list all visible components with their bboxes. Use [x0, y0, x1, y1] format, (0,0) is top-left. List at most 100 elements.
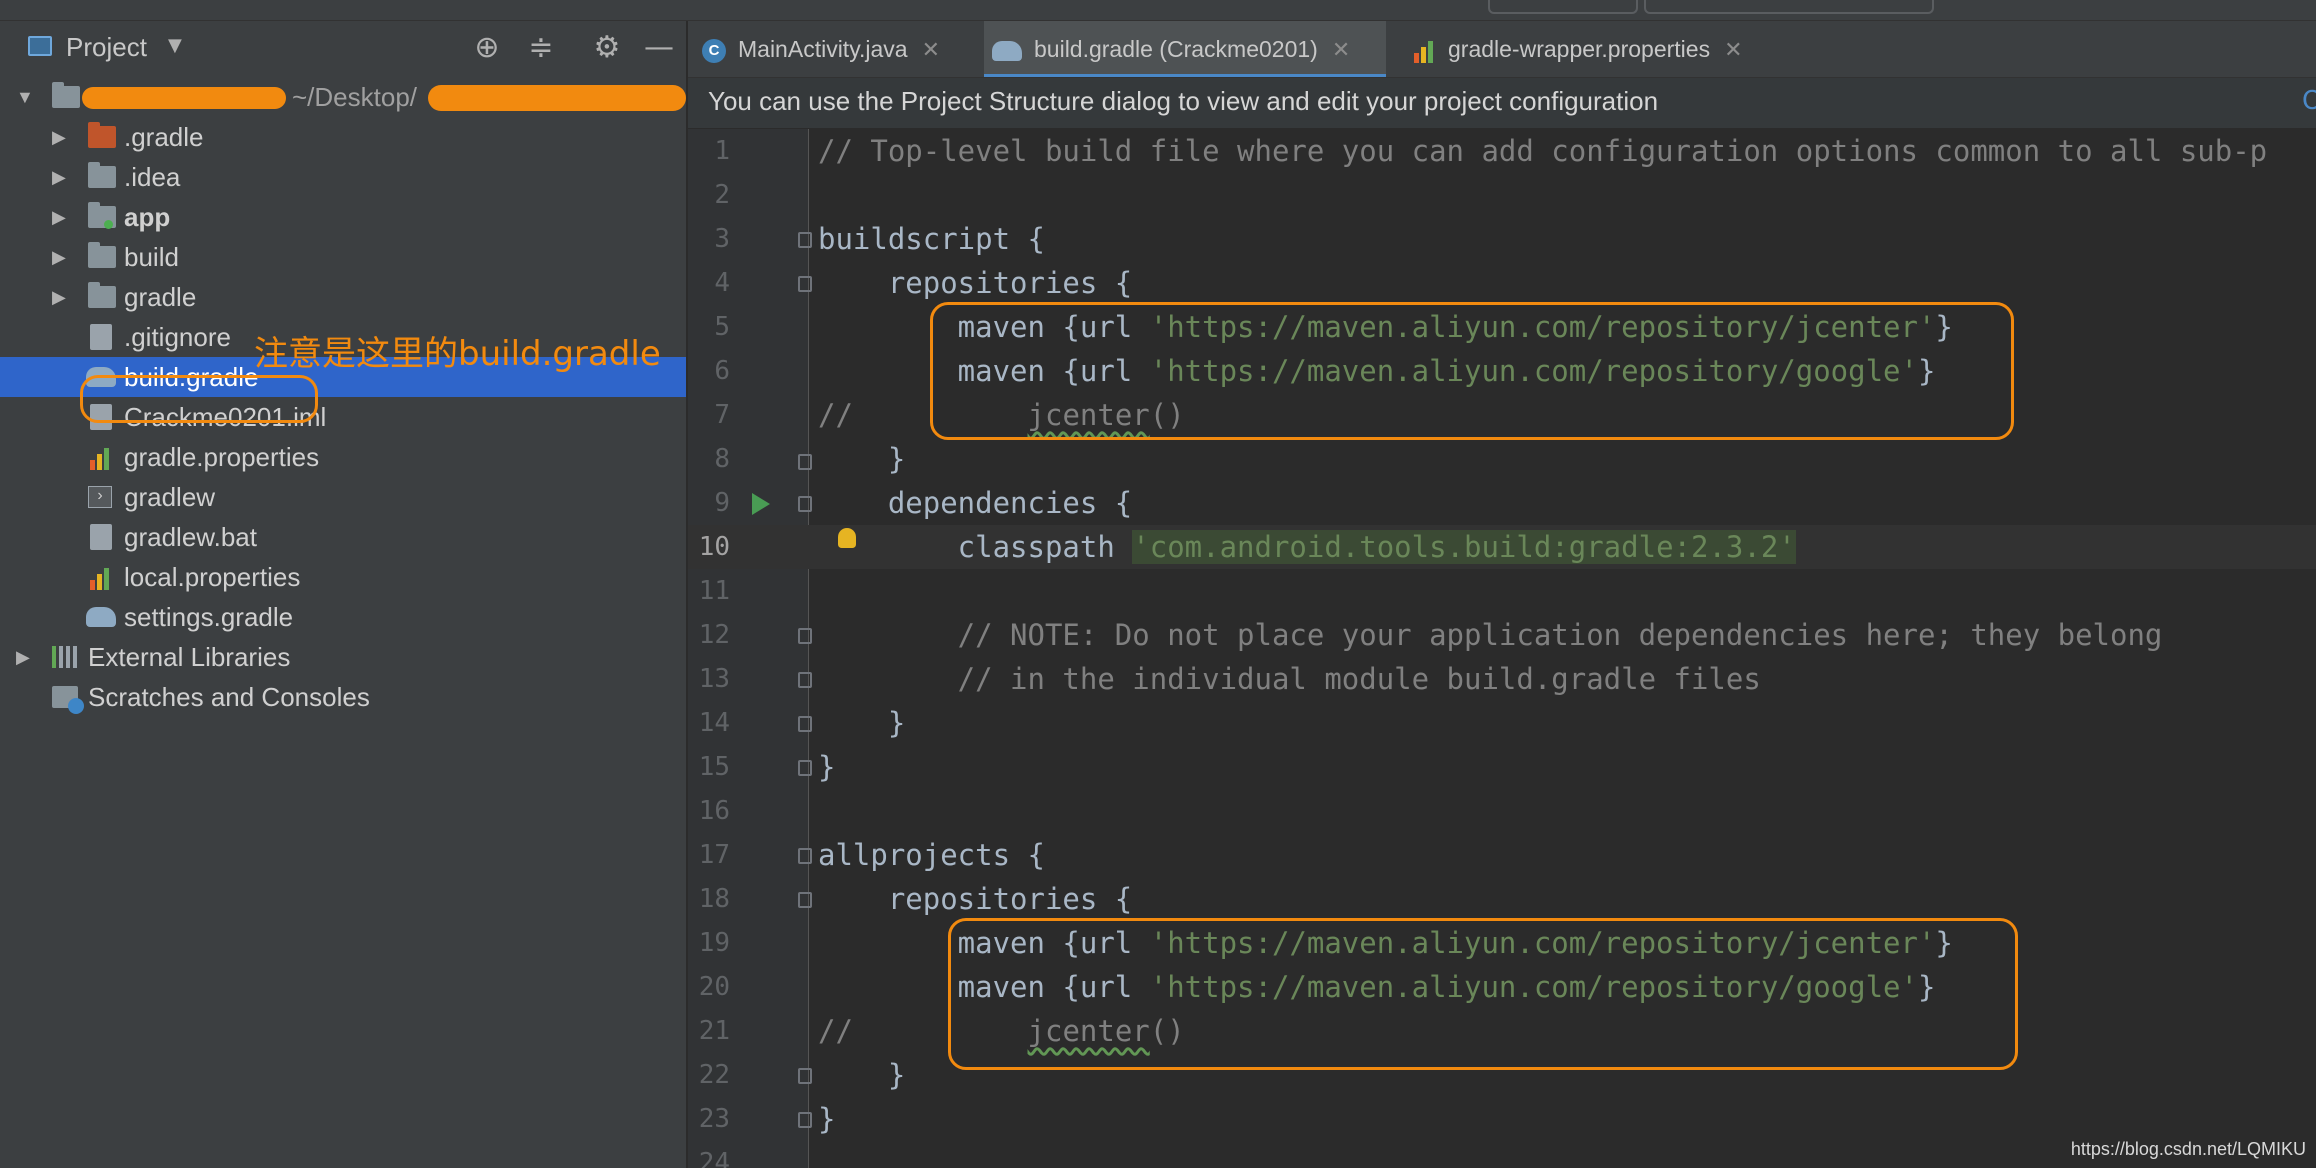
- banner-text: You can use the Project Structure dialog…: [708, 86, 1659, 116]
- code-line[interactable]: }: [818, 437, 905, 481]
- code-line[interactable]: buildscript {: [818, 217, 1045, 261]
- tree-item-gradlew[interactable]: › gradlew: [0, 477, 686, 517]
- fold-marker-icon[interactable]: [798, 276, 812, 292]
- code-line[interactable]: allprojects {: [818, 833, 1045, 877]
- fold-marker-icon[interactable]: [798, 496, 812, 512]
- code-token: repositories {: [818, 266, 1133, 300]
- line-number: 23: [698, 1104, 730, 1134]
- collapsed-arrow-icon[interactable]: ▶: [52, 277, 66, 317]
- tree-item-gradle-folder[interactable]: ▶ gradle: [0, 277, 686, 317]
- tree-item-label: gradlew: [124, 482, 216, 512]
- tree-item-label: Scratches and Consoles: [88, 682, 370, 712]
- tree-item-gradle-dir[interactable]: ▶ .gradle: [0, 117, 686, 157]
- code-line[interactable]: // Top-level build file where you can ad…: [818, 129, 2267, 173]
- code-line[interactable]: }: [818, 1097, 835, 1141]
- code-line[interactable]: repositories {: [818, 877, 1132, 921]
- fold-marker-icon[interactable]: [798, 760, 812, 776]
- code-token: // in the individual module build.gradle…: [818, 662, 1761, 696]
- line-number: 15: [698, 752, 730, 782]
- banner-open-link[interactable]: O: [2302, 86, 2316, 116]
- tree-root[interactable]: ▼ ~/Desktop/: [0, 77, 686, 117]
- run-gutter-icon[interactable]: [752, 493, 770, 515]
- tree-item-label: build: [124, 242, 179, 272]
- tree-item-scratches[interactable]: Scratches and Consoles: [0, 677, 686, 717]
- line-number: 16: [698, 796, 730, 826]
- code-line[interactable]: }: [818, 1053, 905, 1097]
- code-line[interactable]: // NOTE: Do not place your application d…: [818, 613, 2163, 657]
- gear-icon[interactable]: ⚙: [590, 31, 624, 65]
- tree-item-app[interactable]: ▶ app: [0, 197, 686, 237]
- tab-gradle-wrapper[interactable]: gradle-wrapper.properties ✕: [1412, 21, 1772, 77]
- line-number: 22: [698, 1060, 730, 1090]
- collapsed-arrow-icon[interactable]: ▶: [16, 637, 30, 677]
- collapsed-arrow-icon[interactable]: ▶: [52, 157, 66, 197]
- tree-item-gradlew-bat[interactable]: gradlew.bat: [0, 517, 686, 557]
- code-line[interactable]: classpath 'com.android.tools.build:gradl…: [818, 525, 1796, 569]
- tree-item-local-properties[interactable]: local.properties: [0, 557, 686, 597]
- fold-marker-icon[interactable]: [798, 454, 812, 470]
- tree-item-idea[interactable]: ▶ .idea: [0, 157, 686, 197]
- scratches-icon: [52, 686, 84, 714]
- tree-item-label: .gradle: [124, 122, 204, 152]
- line-number: 17: [698, 840, 730, 870]
- line-number: 24: [698, 1148, 730, 1168]
- code-token: dependencies {: [818, 486, 1133, 520]
- code-line[interactable]: }: [818, 745, 835, 789]
- collapse-all-icon[interactable]: ≑: [524, 31, 558, 65]
- tree-item-gradle-properties[interactable]: gradle.properties: [0, 437, 686, 477]
- line-number: 1: [714, 136, 730, 166]
- tree-item-label: .idea: [124, 162, 181, 192]
- line-number: 12: [698, 620, 730, 650]
- annotation-box-buildscript: [930, 302, 2014, 440]
- locate-file-icon[interactable]: ⊕: [470, 31, 504, 65]
- project-view-selector[interactable]: Project: [66, 32, 147, 63]
- code-token: repositories {: [818, 882, 1133, 916]
- code-line[interactable]: dependencies {: [818, 481, 1132, 525]
- close-icon[interactable]: ✕: [1332, 37, 1350, 62]
- code-line[interactable]: // in the individual module build.gradle…: [818, 657, 1761, 701]
- close-icon[interactable]: ✕: [922, 37, 940, 62]
- fold-marker-icon[interactable]: [798, 716, 812, 732]
- code-line[interactable]: repositories {: [818, 261, 1132, 305]
- fold-marker-icon[interactable]: [798, 1068, 812, 1084]
- run-config-dropdown[interactable]: [1488, 0, 1638, 14]
- fold-marker-icon[interactable]: [798, 1112, 812, 1128]
- collapsed-arrow-icon[interactable]: ▶: [52, 197, 66, 237]
- fold-marker-icon[interactable]: [798, 232, 812, 248]
- text-file-icon: [90, 524, 112, 550]
- hide-panel-icon[interactable]: —: [642, 31, 676, 65]
- caret-down-icon[interactable]: ▼: [168, 35, 182, 56]
- line-number: 4: [714, 268, 730, 298]
- editor-tab-bar: C MainActivity.java ✕ build.gradle (Crackm…: [688, 21, 2316, 78]
- tree-item-settings-gradle[interactable]: settings.gradle: [0, 597, 686, 637]
- annotation-note: 注意是这里的build.gradle: [254, 334, 661, 374]
- tree-item-external-libraries[interactable]: ▶ External Libraries: [0, 637, 686, 677]
- fold-marker-icon[interactable]: [798, 892, 812, 908]
- device-dropdown[interactable]: [1644, 0, 1934, 14]
- tab-main-activity[interactable]: C MainActivity.java ✕: [702, 21, 976, 77]
- properties-icon: [88, 446, 114, 470]
- toolbar-strip: [0, 0, 2316, 21]
- code-token: }: [818, 1058, 906, 1092]
- root-path: ~/Desktop/: [292, 82, 418, 112]
- class-c-icon: C: [702, 38, 726, 63]
- lightbulb-icon[interactable]: [838, 528, 856, 548]
- redaction-scribble: [82, 87, 286, 109]
- fold-marker-icon[interactable]: [798, 672, 812, 688]
- line-number: 8: [714, 444, 730, 474]
- tree-item-build[interactable]: ▶ build: [0, 237, 686, 277]
- collapsed-arrow-icon[interactable]: ▶: [52, 237, 66, 277]
- line-number: 13: [698, 664, 730, 694]
- fold-marker-icon[interactable]: [798, 628, 812, 644]
- tab-build-gradle[interactable]: build.gradle (Crackme0201) ✕: [984, 21, 1386, 77]
- code-line[interactable]: }: [818, 701, 905, 745]
- project-structure-banner: You can use the Project Structure dialog…: [688, 78, 2316, 129]
- fold-marker-icon[interactable]: [798, 848, 812, 864]
- expanded-arrow-icon[interactable]: ▼: [16, 77, 34, 117]
- library-icon: [52, 646, 82, 668]
- code-token: classpath: [818, 530, 1133, 564]
- collapsed-arrow-icon[interactable]: ▶: [52, 117, 66, 157]
- close-icon[interactable]: ✕: [1724, 37, 1742, 62]
- watermark: https://blog.csdn.net/LQMIKU: [2070, 1139, 2306, 1159]
- tab-label: MainActivity.java: [738, 36, 908, 62]
